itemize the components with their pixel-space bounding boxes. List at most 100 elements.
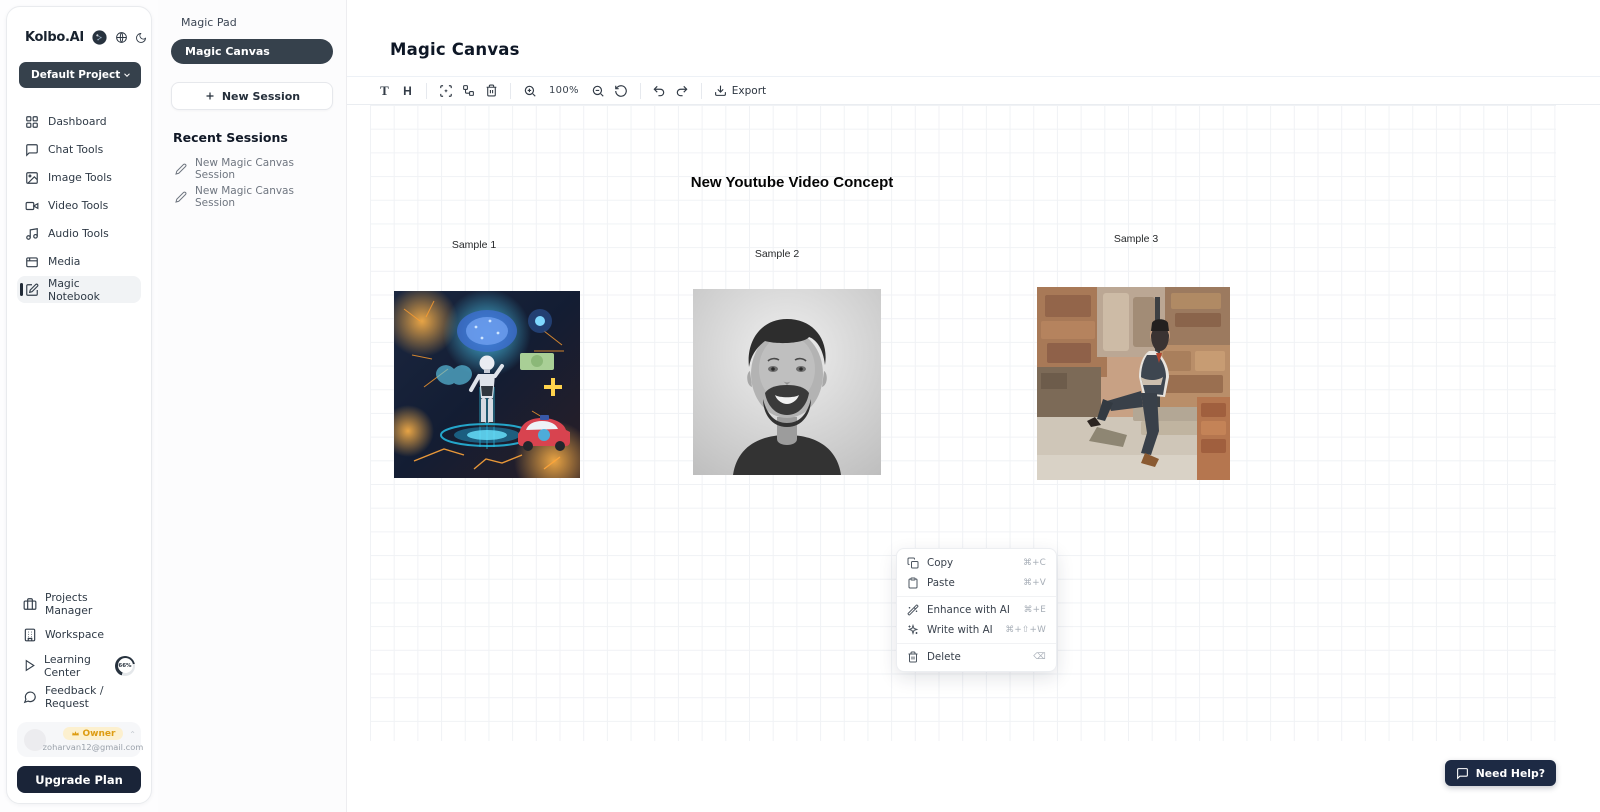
text-tool-button[interactable]: T	[373, 79, 396, 102]
upgrade-plan-button[interactable]: Upgrade Plan	[17, 766, 141, 793]
undo-button[interactable]	[648, 79, 671, 102]
sample-label[interactable]: Sample 3	[1114, 233, 1158, 245]
image-icon	[25, 171, 39, 185]
main-area: Magic Canvas T H 100%	[347, 0, 1600, 812]
ai-head-icon	[91, 29, 108, 46]
context-menu-label: Copy	[927, 557, 953, 569]
sidebar-item-label: Media	[48, 255, 80, 268]
export-button[interactable]: Export	[709, 79, 771, 102]
logo-row: Kolbo.AI	[25, 29, 139, 46]
zoom-in-icon	[523, 84, 537, 98]
sidebar-item-video-tools[interactable]: Video Tools	[17, 192, 141, 219]
zoom-level: 100%	[549, 85, 579, 96]
sidebar-item-projects-manager[interactable]: Projects Manager	[17, 588, 141, 619]
user-card[interactable]: Owner zoharvan12@gmail.com ⌃	[17, 722, 141, 757]
video-icon	[25, 199, 39, 213]
canvas-image-ruins[interactable]	[1037, 287, 1230, 480]
active-indicator	[20, 283, 23, 296]
chevron-down-icon	[122, 70, 132, 80]
board-title[interactable]: New Youtube Video Concept	[691, 174, 894, 191]
role-badge-label: Owner	[83, 729, 116, 739]
building-icon	[23, 628, 37, 642]
canvas[interactable]: New Youtube Video Concept Sample 1 Sampl…	[370, 105, 1556, 741]
ai-select-button[interactable]	[434, 79, 457, 102]
tab-magic-pad[interactable]: Magic Pad	[171, 10, 333, 35]
heading-tool-glyph: H	[403, 84, 412, 98]
reset-view-button[interactable]	[610, 79, 633, 102]
moon-icon[interactable]	[135, 32, 147, 44]
context-menu-item-write-with-ai[interactable]: Write with AI ⌘+⇧+W	[897, 620, 1056, 640]
need-help-label: Need Help?	[1476, 767, 1545, 780]
recent-sessions-heading: Recent Sessions	[173, 130, 333, 145]
folder-icon	[25, 255, 39, 269]
shortcut-label: ⌘+V	[1023, 578, 1046, 588]
sidebar-item-audio-tools[interactable]: Audio Tools	[17, 220, 141, 247]
music-note-icon	[25, 227, 39, 241]
workflow-button[interactable]	[457, 79, 480, 102]
shortcut-label: ⌘+C	[1023, 558, 1046, 568]
sidebar-item-magic-notebook[interactable]: Magic Notebook	[17, 276, 141, 303]
globe-icon[interactable]	[115, 31, 128, 44]
tab-magic-canvas[interactable]: Magic Canvas	[171, 39, 333, 64]
project-selector[interactable]: Default Project	[19, 62, 141, 88]
feedback-bubble-icon	[23, 690, 37, 704]
copy-icon	[907, 557, 919, 569]
sidebar-item-chat-tools[interactable]: Chat Tools	[17, 136, 141, 163]
sidebar-item-dashboard[interactable]: Dashboard	[17, 108, 141, 135]
sidebar-item-label: Chat Tools	[48, 143, 103, 156]
trash-icon	[485, 84, 498, 97]
context-menu-item-delete[interactable]: Delete ⌫	[897, 647, 1056, 667]
context-menu-item-paste[interactable]: Paste ⌘+V	[897, 573, 1056, 593]
context-menu-divider	[897, 643, 1056, 644]
sample-label[interactable]: Sample 2	[755, 248, 799, 260]
need-help-button[interactable]: Need Help?	[1445, 760, 1556, 786]
sample-label[interactable]: Sample 1	[452, 239, 496, 251]
redo-button[interactable]	[671, 79, 694, 102]
export-label: Export	[732, 85, 766, 97]
sidebar-nav: Dashboard Chat Tools Image Tools Video T…	[17, 108, 141, 303]
context-menu-label: Paste	[927, 577, 955, 589]
undo-icon	[652, 84, 666, 98]
context-menu: Copy ⌘+C Paste ⌘+V Enhance with AI ⌘+E W…	[896, 548, 1057, 672]
redo-icon	[675, 84, 689, 98]
project-selector-label: Default Project	[31, 69, 120, 81]
session-list-item[interactable]: New Magic Canvas Session	[171, 183, 333, 211]
sidebar-item-label: Feedback / Request	[45, 684, 135, 710]
sidebar-item-label: Magic Notebook	[48, 277, 133, 303]
help-chat-icon	[1456, 767, 1469, 780]
pencil-icon	[175, 163, 187, 175]
chat-icon	[25, 143, 39, 157]
sidebar-item-label: Image Tools	[48, 171, 112, 184]
learning-progress-value: 66%	[118, 658, 133, 673]
canvas-image-robot[interactable]	[394, 291, 580, 478]
context-menu-item-enhance-with-ai[interactable]: Enhance with AI ⌘+E	[897, 600, 1056, 620]
user-info: Owner zoharvan12@gmail.com	[52, 727, 134, 752]
heading-tool-button[interactable]: H	[396, 79, 419, 102]
sparkles-icon	[907, 624, 919, 636]
session-label: New Magic Canvas Session	[195, 157, 329, 181]
zoom-out-button[interactable]	[587, 79, 610, 102]
shortcut-label: ⌘+E	[1024, 605, 1046, 615]
crown-icon	[71, 729, 80, 738]
canvas-image-portrait[interactable]	[693, 289, 881, 475]
logo-text: Kolbo.AI	[25, 30, 84, 45]
canvas-toolbar: T H 100% Export	[347, 76, 1600, 105]
zoom-in-button[interactable]	[518, 79, 541, 102]
sidebar-item-image-tools[interactable]: Image Tools	[17, 164, 141, 191]
sidebar-item-workspace[interactable]: Workspace	[17, 619, 141, 650]
toolbar-divider	[701, 83, 702, 99]
sidebar-item-label: Workspace	[45, 628, 104, 641]
context-menu-item-copy[interactable]: Copy ⌘+C	[897, 553, 1056, 573]
shortcut-label: ⌫	[1033, 652, 1046, 662]
delete-tool-button[interactable]	[480, 79, 503, 102]
sidebar-item-label: Audio Tools	[48, 227, 109, 240]
context-menu-divider	[897, 596, 1056, 597]
session-list-item[interactable]: New Magic Canvas Session	[171, 155, 333, 183]
sidebar-item-label: Learning Center	[44, 653, 103, 679]
sidebar-item-learning-center[interactable]: Learning Center 66%	[17, 650, 141, 681]
rotate-icon	[614, 84, 628, 98]
sidebar-item-feedback-request[interactable]: Feedback / Request	[17, 681, 141, 712]
zoom-out-icon	[591, 84, 605, 98]
new-session-button[interactable]: New Session	[171, 82, 333, 110]
sidebar-item-media[interactable]: Media	[17, 248, 141, 275]
